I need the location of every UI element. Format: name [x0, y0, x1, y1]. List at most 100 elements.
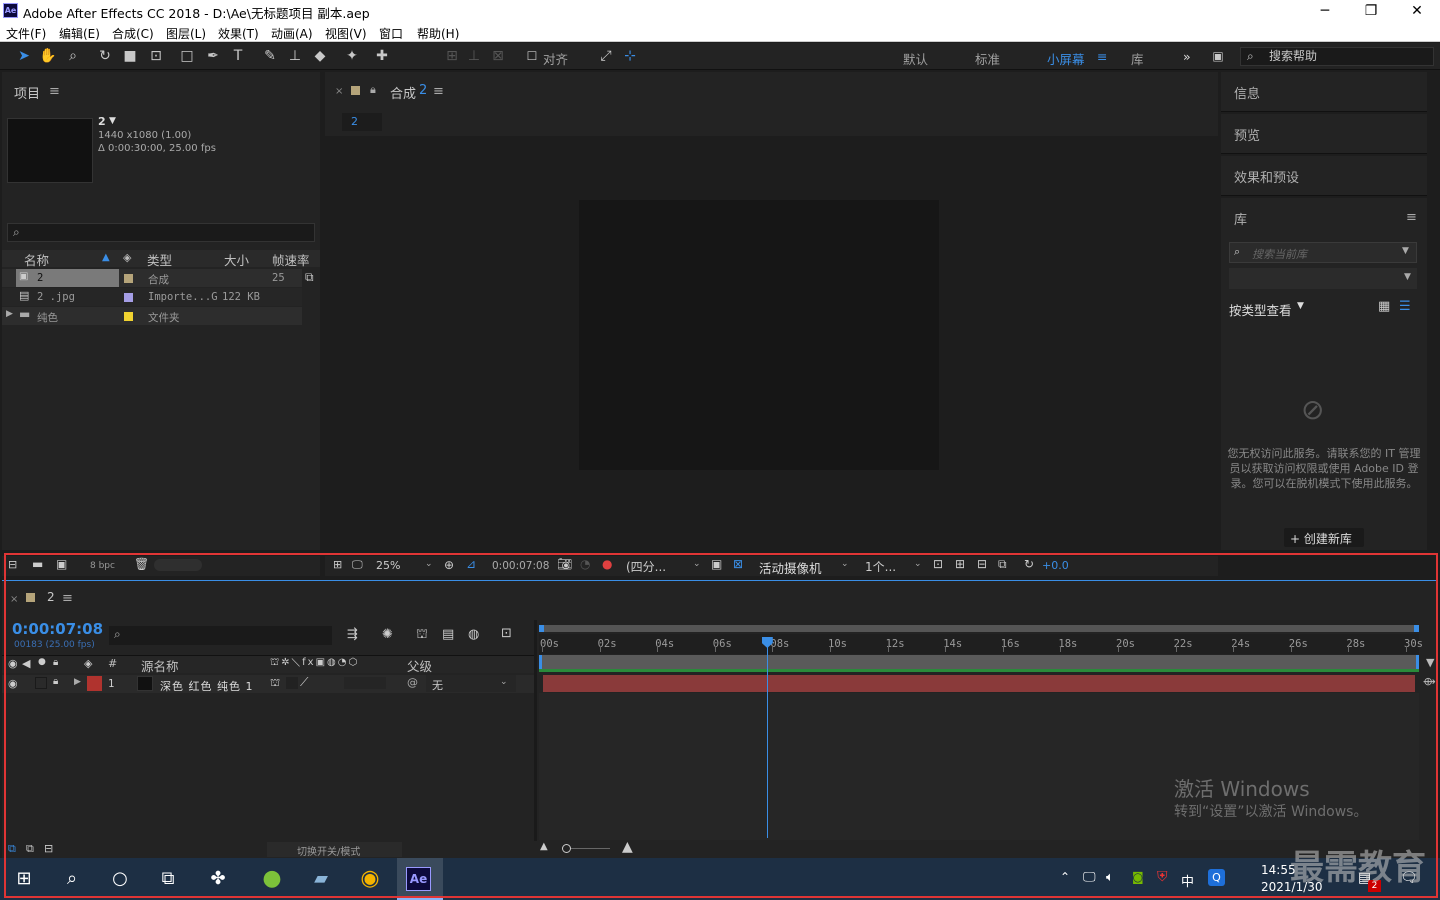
network-icon[interactable]: 🖵︎: [1083, 870, 1096, 885]
hand-tool-icon[interactable]: ✋: [38, 47, 58, 66]
region-of-interest-icon[interactable]: ▣: [711, 557, 722, 571]
zoom-select[interactable]: 25% ⌄: [370, 557, 436, 574]
col-size[interactable]: 大小: [224, 250, 249, 269]
work-area-bar[interactable]: [539, 625, 1419, 632]
info-panel[interactable]: 信息: [1221, 72, 1427, 112]
monitor-icon[interactable]: 🖵︎: [352, 558, 363, 572]
quality-switch-icon[interactable]: ⟋: [300, 675, 308, 690]
chevron-down-icon[interactable]: ▼: [109, 116, 116, 126]
timeline-tab-name[interactable]: 2: [47, 590, 55, 604]
project-search-input[interactable]: ⌕: [7, 223, 315, 242]
col-parent[interactable]: 父级: [407, 656, 432, 675]
camera-select[interactable]: 活动摄像机 ⌄: [755, 557, 855, 576]
taskbar-ae-button[interactable]: Ae: [397, 858, 443, 900]
table-row[interactable]: ▤ 2 .jpg Importe...G 122 KB: [2, 288, 302, 306]
local-axis-icon[interactable]: ⊞: [442, 47, 462, 66]
zoom-in-icon[interactable]: ▲: [622, 839, 633, 855]
menu-file[interactable]: 文件(F): [6, 25, 46, 42]
solo-icon[interactable]: ●: [38, 657, 46, 667]
menu-effect[interactable]: 效果(T): [218, 25, 259, 42]
transparency-grid-icon[interactable]: ⊠: [733, 557, 743, 571]
comp-viewer[interactable]: [325, 136, 1218, 550]
reset-exposure-icon[interactable]: ↻: [1024, 557, 1034, 571]
stretch-icon[interactable]: ⊟: [44, 842, 53, 855]
grid-overlay-icon[interactable]: ⊕: [444, 558, 454, 572]
layer-switches-icon[interactable]: ⧉: [8, 842, 16, 856]
layer-end-icon[interactable]: ⟴: [1423, 675, 1436, 688]
col-type[interactable]: 类型: [147, 250, 172, 269]
pen-tool-icon[interactable]: ✒: [203, 47, 223, 66]
snapshot-camera-icon[interactable]: 📷︎: [557, 557, 572, 571]
work-area-range[interactable]: [539, 655, 1419, 669]
snap-grid-icon[interactable]: ⊹: [620, 47, 640, 66]
audio-icon[interactable]: ◀: [22, 657, 30, 670]
task-view-icon[interactable]: ⧉: [154, 865, 182, 893]
frame-blending-icon[interactable]: ▤: [442, 627, 454, 642]
menu-composition[interactable]: 合成(C): [112, 25, 154, 42]
transfer-controls-icon[interactable]: ⧉: [26, 842, 34, 856]
chrome-icon[interactable]: ◉: [356, 865, 384, 893]
close-tab-icon[interactable]: ×: [10, 594, 18, 605]
chevron-down-icon[interactable]: ▼: [1404, 272, 1411, 282]
always-preview-icon[interactable]: ⊞: [333, 558, 342, 571]
security-shield-icon[interactable]: ⛨: [1157, 869, 1168, 885]
tray-chevron-up-icon[interactable]: ⌃: [1060, 870, 1070, 884]
interpret-footage-icon[interactable]: ⊟: [8, 558, 17, 571]
draft-3d-icon[interactable]: ✺: [382, 627, 393, 642]
clone-stamp-tool-icon[interactable]: ⊥: [285, 47, 305, 66]
menu-help[interactable]: 帮助(H): [417, 25, 459, 42]
workspace-small-screen[interactable]: 小屏幕: [1047, 49, 1085, 68]
table-row[interactable]: ▣ 2 合成 25 ⧉: [2, 269, 314, 287]
minimize-icon[interactable]: ─: [1302, 0, 1348, 22]
collapse-switch[interactable]: [286, 677, 298, 689]
snap-checkbox-icon[interactable]: ☐: [522, 47, 542, 66]
layer-label-swatch[interactable]: [87, 676, 102, 691]
list-view-icon[interactable]: ☰: [1399, 299, 1411, 314]
workspace-more-button[interactable]: »: [1183, 49, 1191, 64]
workspace-library[interactable]: 库: [1131, 49, 1144, 68]
exposure-value[interactable]: +0.0: [1042, 559, 1069, 572]
color-channels-icon[interactable]: ●: [602, 557, 612, 571]
workspace-menu-icon[interactable]: ≡: [1097, 49, 1107, 64]
comp-mini-flowchart-icon[interactable]: ⇶: [347, 627, 358, 642]
cortana-icon[interactable]: ○: [106, 865, 134, 893]
lock-icon[interactable]: 🔒︎: [370, 83, 376, 97]
view-by-type-dropdown[interactable]: 按类型查看: [1229, 300, 1292, 319]
shy-switch-icon[interactable]: ⛫: [270, 676, 280, 691]
table-row[interactable]: ▶ ▬ 纯色 文件夹: [2, 307, 302, 325]
bpc-toggle[interactable]: 8 bpc: [90, 561, 115, 571]
windows-start-icon[interactable]: ⊞: [10, 865, 38, 893]
layer-row[interactable]: ◉ 🔒︎ ▶ 1 深色 红色 纯色 1 ⛫ ⟋ @ 无 ⌄: [2, 675, 534, 693]
eraser-tool-icon[interactable]: ◆: [310, 47, 330, 66]
fast-previews-icon[interactable]: ⊞: [955, 557, 965, 571]
flowchart-icon[interactable]: ⧉: [305, 270, 314, 285]
view-axis-icon[interactable]: ⊠: [488, 47, 508, 66]
comp-canvas[interactable]: [579, 200, 939, 470]
layer-name[interactable]: 深色 红色 纯色 1: [160, 678, 254, 694]
eye-icon[interactable]: ◉: [8, 657, 18, 670]
project-menu-icon[interactable]: ≡: [49, 84, 60, 99]
zoom-tool-icon[interactable]: ⌕: [63, 47, 83, 66]
comp-menu-icon[interactable]: ≡: [433, 84, 444, 99]
type-tool-icon[interactable]: T: [228, 47, 248, 66]
comp-tab-name[interactable]: 2: [419, 83, 427, 98]
library-menu-icon[interactable]: ≡: [1406, 210, 1417, 225]
toggle-pixel-aspect-icon[interactable]: ⊡: [933, 557, 943, 571]
selection-tool-icon[interactable]: ➤: [14, 47, 34, 66]
lock-icon[interactable]: 🔒︎: [53, 657, 58, 668]
current-time[interactable]: 0:00:07:08: [12, 620, 103, 638]
app-notebook-icon[interactable]: ▰: [307, 865, 335, 893]
brush-tool-icon[interactable]: ✎: [260, 47, 280, 66]
flowchart-icon[interactable]: ⧉: [998, 557, 1007, 572]
expand-arrow-icon[interactable]: ▶: [6, 309, 13, 319]
comp-tab-label[interactable]: 合成: [390, 83, 416, 102]
new-folder-icon[interactable]: ▬: [32, 557, 43, 571]
roto-brush-tool-icon[interactable]: ✦: [342, 47, 362, 66]
parent-select[interactable]: 无 ⌄: [426, 675, 516, 692]
resolution-select[interactable]: (四分... ⌄: [623, 557, 705, 574]
effects-panel[interactable]: 效果和预设: [1221, 156, 1427, 196]
preview-panel[interactable]: 预览: [1221, 114, 1427, 154]
motion-blur-icon[interactable]: ◍: [468, 627, 479, 642]
label-color-swatch[interactable]: [124, 312, 133, 321]
col-fps[interactable]: 帧速率: [272, 250, 310, 269]
